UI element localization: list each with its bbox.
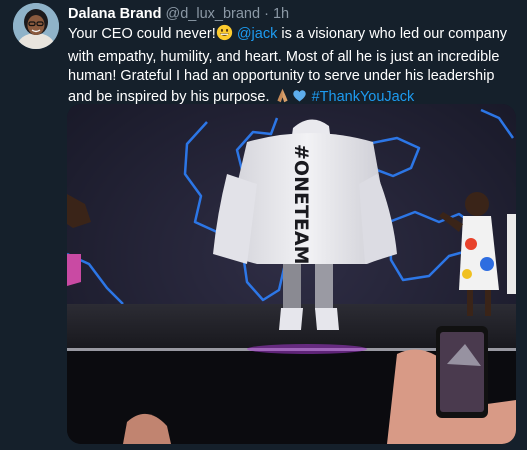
stage-photo-image: #ONETEAM [67,104,516,444]
author-name[interactable]: Dalana Brand [68,6,161,22]
author-handle[interactable]: @d_lux_brand [166,6,261,22]
meta-separator: · [264,6,269,22]
tweet-text-intro: Your CEO could never! [68,26,216,42]
tweet-timestamp[interactable]: 1h [273,6,289,22]
tweet-photo[interactable]: #ONETEAM [67,104,516,444]
avatar[interactable] [13,3,59,49]
tweet-text: Your CEO could never! @jack is a visiona… [68,24,518,110]
tweet[interactable]: Dalana Brand @d_lux_brand · 1h Your CEO … [0,0,527,450]
avatar-photo [13,3,59,49]
grinning-face-emoji-icon [216,24,233,48]
tweet-header: Dalana Brand @d_lux_brand · 1h [68,5,289,23]
jack-mention-link[interactable]: @jack [237,26,278,42]
thankyoujack-hashtag-link[interactable]: #ThankYouJack [312,89,415,105]
coat-lettering: #ONETEAM [290,144,312,265]
